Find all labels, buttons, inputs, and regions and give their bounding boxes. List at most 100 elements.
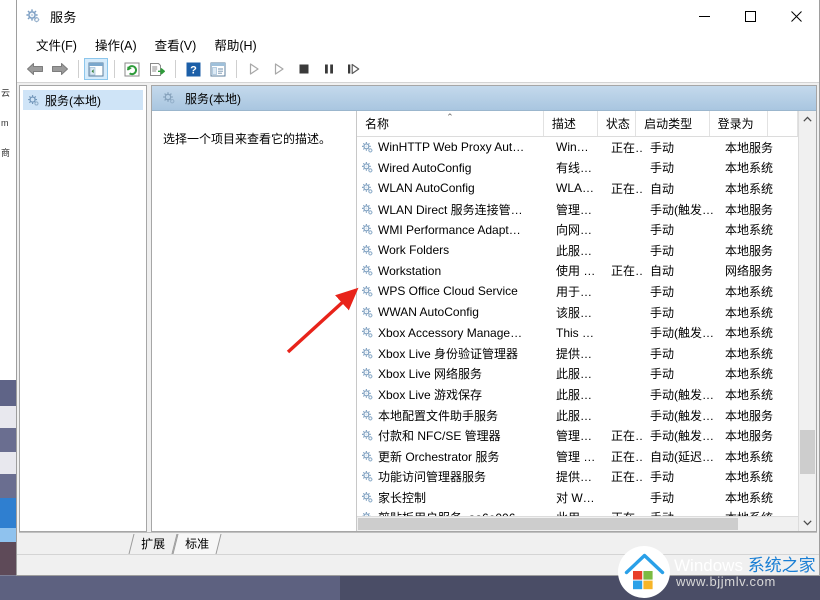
resume-service-icon[interactable] (342, 58, 366, 80)
services-list-pane: 名称 ⌃ 描述 状态 启动类型 登录为 WinHTTP Web Proxy Aut… Win… (356, 111, 798, 531)
service-row[interactable]: 功能访问管理器服务 提供… 正在… 手动 本地系统 (357, 467, 798, 488)
services-list[interactable]: WinHTTP Web Proxy Aut…Win…正在…手动本地服务Wired… (357, 137, 798, 516)
cell-text: 本地系统 (725, 346, 774, 361)
service-row[interactable]: 付款和 NFC/SE 管理器 管理… 正在… 手动(触发… 本地服务 (357, 425, 798, 446)
cell-description: 用于… (548, 283, 603, 300)
cell-startup-type: 手动 (642, 489, 717, 506)
cell-log-on-as: 本地系统 (717, 448, 777, 465)
cell-text: 本地系统 (725, 387, 774, 402)
cell-text: 该服… (556, 305, 593, 320)
vertical-scrollbar[interactable] (798, 111, 816, 531)
cell-text: 网络服务 (725, 264, 774, 279)
horizontal-scrollbar-thumb[interactable] (358, 518, 738, 530)
background-window-left[interactable]: 云 m 商 (0, 0, 17, 575)
start-service-icon[interactable] (242, 58, 266, 80)
service-row[interactable]: WPS Office Cloud Service 用于… 手动 本地系统 (357, 281, 798, 302)
details-pane: 服务(本地) 选择一个项目来查看它的描述。 名称 ⌃ 描述 状态 启动类型 登录为 Win… (151, 85, 817, 532)
cell-text: 向网… (556, 223, 593, 238)
cell-text: 手动 (650, 490, 675, 505)
service-row[interactable]: WLAN AutoConfig WLA… 正在… 自动 本地系统 (357, 178, 798, 199)
cell-text: 手动(触发… (650, 202, 714, 217)
column-description[interactable]: 描述 (544, 111, 598, 136)
column-log-on-as[interactable]: 登录为 (710, 111, 769, 136)
service-row[interactable]: 家长控制 对 W… 手动 本地系统 (357, 487, 798, 508)
minimize-button[interactable] (681, 0, 727, 32)
menu-help[interactable]: 帮助(H) (205, 33, 265, 56)
desktop-taskbar[interactable] (0, 576, 820, 600)
menu-view[interactable]: 查看(V) (146, 33, 206, 56)
cell-text: 手动 (650, 161, 675, 176)
back-icon[interactable] (23, 58, 47, 80)
cell-log-on-as: 本地系统 (717, 468, 777, 485)
service-row[interactable]: Wired AutoConfig 有线… 手动 本地系统 (357, 158, 798, 179)
restart-service-icon[interactable] (267, 58, 291, 80)
cell-description: 提供… (548, 468, 603, 485)
column-name[interactable]: 名称 ⌃ (357, 111, 544, 136)
menu-action[interactable]: 操作(A) (86, 33, 146, 56)
service-row[interactable]: Xbox Accessory Manage… This … 手动(触发… 本地系统 (357, 322, 798, 343)
cell-text: 自动 (650, 264, 675, 279)
window-titlebar[interactable]: 服务 (17, 0, 819, 32)
tab-extended[interactable]: 扩展 (128, 534, 178, 554)
scroll-up-icon[interactable] (799, 111, 816, 128)
column-status[interactable]: 状态 (598, 111, 637, 136)
help-icon[interactable]: ? (181, 58, 205, 80)
cell-startup-type: 手动 (642, 468, 717, 485)
cell-text: Xbox Live 身份验证管理器 (378, 346, 519, 361)
list-column-headers[interactable]: 名称 ⌃ 描述 状态 启动类型 登录为 (357, 111, 798, 137)
cell-name: 付款和 NFC/SE 管理器 (357, 427, 548, 444)
service-row[interactable]: Work Folders 此服… 手动 本地服务 (357, 240, 798, 261)
toolbar-separator (114, 60, 115, 78)
service-row[interactable]: WinHTTP Web Proxy Aut… Win… 正在… 手动 本地服务 (357, 137, 798, 158)
cell-text: 正在… (611, 429, 642, 444)
tree-item-services-local[interactable]: 服务(本地) (23, 90, 143, 110)
refresh-icon[interactable] (120, 58, 144, 80)
service-row[interactable]: 剪贴板用户服务_aa6e006此用…正在…手动本地系统 (357, 508, 798, 516)
cell-text: 此服… (556, 408, 593, 423)
cell-text: 本地系统 (725, 305, 774, 320)
stop-service-icon[interactable] (292, 58, 316, 80)
cell-text: 手动(触发… (650, 387, 714, 402)
cell-text: 本地系统 (725, 326, 774, 341)
menu-file[interactable]: 文件(F) (27, 33, 86, 56)
cell-name: 家长控制 (357, 489, 548, 506)
service-row[interactable]: Xbox Live 网络服务 此服… 手动 本地系统 (357, 364, 798, 385)
close-button[interactable] (773, 0, 819, 32)
properties-icon[interactable] (206, 58, 230, 80)
scroll-down-icon[interactable] (799, 514, 816, 531)
vertical-scrollbar-thumb[interactable] (800, 430, 815, 474)
service-row[interactable]: WWAN AutoConfig 该服… 手动 本地系统 (357, 302, 798, 323)
cell-text: 手动(触发… (650, 429, 714, 444)
vertical-scrollbar-track[interactable] (799, 128, 816, 514)
service-row[interactable]: WMI Performance Adapt… 向网… 手动 本地系统 (357, 219, 798, 240)
window-body: 服务(本地) 服务(本地) 选择一个项目来查看它的描述。 名称 ⌃ 描述 状态 … (17, 83, 819, 532)
service-row[interactable]: Workstation 使用 … 正在… 自动 网络服务 (357, 261, 798, 282)
cell-status: 正在… (603, 468, 642, 485)
column-startup-type[interactable]: 启动类型 (636, 111, 710, 136)
cell-text: 手动 (650, 367, 675, 382)
horizontal-scrollbar[interactable] (357, 516, 798, 531)
service-row[interactable]: 本地配置文件助手服务 此服… 手动(触发… 本地服务 (357, 405, 798, 426)
service-row[interactable]: Xbox Live 游戏保存 此服… 手动(触发… 本地系统 (357, 384, 798, 405)
export-list-icon[interactable] (145, 58, 169, 80)
description-placeholder-text: 选择一个项目来查看它的描述。 (163, 132, 332, 146)
cell-startup-type: 手动 (642, 304, 717, 321)
column-description-label: 描述 (551, 117, 576, 131)
cell-name: WLAN Direct 服务连接管… (357, 201, 548, 218)
cell-text: 付款和 NFC/SE 管理器 (378, 429, 501, 444)
tab-standard[interactable]: 标准 (172, 534, 222, 554)
maximize-button[interactable] (727, 0, 773, 32)
cell-text: 此服… (556, 387, 593, 402)
forward-icon[interactable] (48, 58, 72, 80)
cell-description: 此服… (548, 386, 603, 403)
svg-text:?: ? (190, 64, 197, 76)
column-filler[interactable] (768, 111, 798, 136)
service-gear-icon (361, 223, 374, 236)
cell-log-on-as: 本地系统 (717, 324, 777, 341)
show-tree-icon[interactable] (84, 58, 108, 80)
service-row[interactable]: Xbox Live 身份验证管理器 提供… 手动 本地系统 (357, 343, 798, 364)
service-row[interactable]: 更新 Orchestrator 服务 管理 … 正在… 自动(延迟… 本地系统 (357, 446, 798, 467)
service-row[interactable]: WLAN Direct 服务连接管… 管理… 手动(触发… 本地服务 (357, 199, 798, 220)
pause-service-icon[interactable] (317, 58, 341, 80)
cell-description: 此服… (548, 407, 603, 424)
